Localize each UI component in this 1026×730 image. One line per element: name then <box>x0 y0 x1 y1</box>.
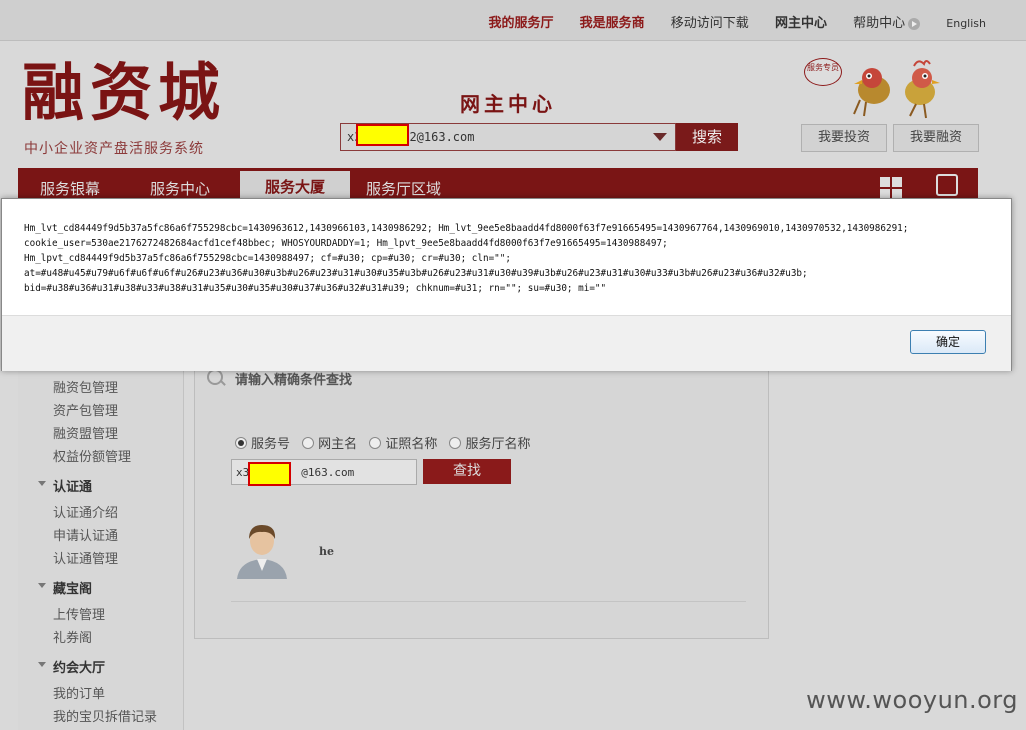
radio-label: 服务厅名称 <box>465 437 531 452</box>
radio-unchecked-icon <box>369 437 382 449</box>
redaction-mark <box>248 462 291 486</box>
user-avatar-icon[interactable] <box>235 521 289 579</box>
top-link-help-center[interactable]: 帮助中心 <box>853 16 921 31</box>
sidebar-item-cert-manage[interactable]: 认证通管理 <box>53 548 118 567</box>
top-link-english[interactable]: English <box>946 17 986 30</box>
find-button[interactable]: 查找 <box>423 459 511 484</box>
radio-checked-icon <box>235 437 247 449</box>
search-type-options: 服务号 网主名 证照名称 服务厅名称 <box>235 433 538 452</box>
search-hint: 请输入精确条件查找 <box>235 373 353 388</box>
dialog-line: Hm_lpvt_cd84449f9d5b37a5fc86a6f755298cbc… <box>24 253 511 264</box>
sidebar-item-borrow-records[interactable]: 我的宝贝拆借记录 <box>53 706 157 725</box>
top-link-i-am-provider[interactable]: 我是服务商 <box>580 16 645 31</box>
redaction-mark <box>356 124 409 146</box>
dialog-line: Hm_lvt_cd84449f9d5b37a5fc86a6f755298cbc=… <box>24 223 909 234</box>
search-button[interactable]: 搜索 <box>676 123 738 151</box>
main-nav: 服务银幕 服务中心 服务大厦 服务厅区域 <box>18 168 978 200</box>
sidebar-item-coupon[interactable]: 礼券阁 <box>53 627 92 646</box>
sidebar-item-upload[interactable]: 上传管理 <box>53 604 105 623</box>
sidebar-item-cert-apply[interactable]: 申请认证通 <box>53 525 118 544</box>
help-label: 帮助中心 <box>853 16 906 31</box>
watermark: www.wooyun.org <box>806 686 1018 714</box>
page-title: 网主中心 <box>460 92 556 116</box>
play-icon <box>908 17 921 30</box>
sidebar: 融资包管理 资产包管理 融资盟管理 权益份额管理 认证通 认证通介绍 申请认证通… <box>18 368 184 730</box>
radio-owner-name[interactable]: 网主名 <box>302 437 357 452</box>
nav-item-service-building[interactable]: 服务大厦 <box>240 171 350 200</box>
sidebar-section-meeting-hall[interactable]: 约会大厅 <box>53 657 105 676</box>
search-icon <box>207 369 223 385</box>
service-agent-badge[interactable]: 服务专员 <box>804 58 842 86</box>
site-subtitle: 中小企业资产盘活服务系统 <box>24 141 204 157</box>
radio-service-number[interactable]: 服务号 <box>235 437 290 452</box>
mascot-birds-icon <box>853 60 940 119</box>
collapse-arrow-icon[interactable] <box>38 583 46 588</box>
dialog-footer: 确定 <box>2 315 1011 371</box>
search-value-suffix: 2@163.com <box>409 130 475 144</box>
radio-label: 证照名称 <box>385 437 438 452</box>
sidebar-item-asset-package[interactable]: 资产包管理 <box>53 400 118 419</box>
sidebar-item-my-orders[interactable]: 我的订单 <box>53 683 105 702</box>
top-bar: 我的服务厅 我是服务商 移动访问下载 网主中心 帮助中心 English <box>0 0 1026 41</box>
invest-button[interactable]: 我要投资 <box>801 124 887 152</box>
alert-dialog: Hm_lvt_cd84449f9d5b37a5fc86a6f755298cbc=… <box>1 198 1012 371</box>
sidebar-item-cert-intro[interactable]: 认证通介绍 <box>53 502 118 521</box>
radio-unchecked-icon <box>302 437 315 449</box>
nav-item-service-center[interactable]: 服务中心 <box>150 178 210 199</box>
result-user-name[interactable]: he <box>319 545 334 558</box>
divider <box>231 601 746 602</box>
sidebar-item-financing-alliance[interactable]: 融资盟管理 <box>53 423 118 442</box>
radio-label: 网主名 <box>318 437 358 452</box>
collapse-arrow-icon[interactable] <box>38 662 46 667</box>
ok-button[interactable]: 确定 <box>910 330 986 354</box>
top-link-mobile-download[interactable]: 移动访问下载 <box>671 16 749 31</box>
top-link-owner-center[interactable]: 网主中心 <box>775 16 827 31</box>
query-value-suffix: @163.com <box>301 466 355 479</box>
dialog-line: bid=#u38#u36#u31#u38#u33#u38#u31#u35#u30… <box>24 283 607 294</box>
nav-item-screen[interactable]: 服务银幕 <box>40 178 100 199</box>
radio-unchecked-icon <box>449 437 462 449</box>
radio-hall-name[interactable]: 服务厅名称 <box>449 437 530 452</box>
sidebar-section-treasure[interactable]: 藏宝阁 <box>53 578 92 597</box>
site-logo[interactable]: 融资城 <box>22 62 226 124</box>
gift-icon[interactable] <box>936 174 958 196</box>
grid-icon[interactable] <box>880 177 904 199</box>
top-link-my-service-hall[interactable]: 我的服务厅 <box>488 16 553 31</box>
sidebar-item-equity-share[interactable]: 权益份额管理 <box>53 446 131 465</box>
dialog-line: cookie_user=530ae2176272482684acfd1cef48… <box>24 238 668 249</box>
radio-label: 服务号 <box>251 437 291 452</box>
radio-license-name[interactable]: 证照名称 <box>369 437 437 452</box>
top-links: 我的服务厅 我是服务商 移动访问下载 网主中心 帮助中心 English <box>466 12 986 31</box>
sidebar-item-financing-package[interactable]: 融资包管理 <box>53 377 118 396</box>
dialog-line: at=#u48#u45#u79#u6f#u6f#u6f#u26#u23#u36#… <box>24 268 808 279</box>
search-panel: 请输入精确条件查找 服务号 网主名 证照名称 服务厅名称 x3 @163.com … <box>194 358 769 639</box>
nav-item-service-hall-area[interactable]: 服务厅区域 <box>366 178 441 199</box>
dropdown-arrow-icon[interactable] <box>653 133 667 141</box>
finance-button[interactable]: 我要融资 <box>893 124 979 152</box>
collapse-arrow-icon[interactable] <box>38 481 46 486</box>
sidebar-section-cert[interactable]: 认证通 <box>53 476 92 495</box>
dialog-message: Hm_lvt_cd84449f9d5b37a5fc86a6f755298cbc=… <box>24 221 994 296</box>
